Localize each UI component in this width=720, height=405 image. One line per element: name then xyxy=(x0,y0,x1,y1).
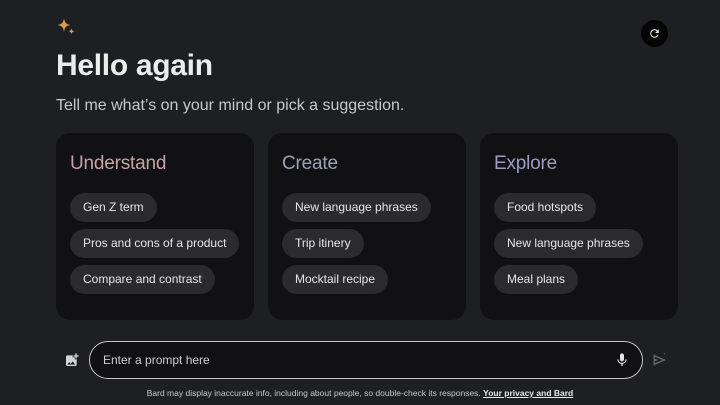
card-title: Create xyxy=(282,153,338,174)
card-explore: Explore Food hotspots New language phras… xyxy=(480,133,678,320)
suggestion-chip[interactable]: New language phrases xyxy=(494,229,643,258)
bard-home: Hello again Tell me what’s on your mind … xyxy=(0,0,720,405)
suggestion-chip[interactable]: New language phrases xyxy=(282,193,431,222)
greeting-subtitle: Tell me what’s on your mind or pick a su… xyxy=(56,97,405,114)
card-understand: Understand Gen Z term Pros and cons of a… xyxy=(56,133,254,320)
prompt-input[interactable] xyxy=(103,342,603,378)
card-create: Create New language phrases Trip itinery… xyxy=(268,133,466,320)
refresh-icon xyxy=(650,29,659,38)
suggestion-chip[interactable]: Meal plans xyxy=(494,265,579,294)
privacy-link[interactable]: Your privacy and Bard xyxy=(483,388,573,398)
sparkle-icon xyxy=(57,18,75,35)
suggestion-chip[interactable]: Gen Z term xyxy=(70,193,157,222)
add-image-icon[interactable] xyxy=(64,352,80,368)
refresh-button[interactable] xyxy=(641,20,668,47)
disclaimer-text: Bard may display inaccurate info, includ… xyxy=(146,388,481,398)
suggestion-chip[interactable]: Food hotspots xyxy=(494,193,597,222)
disclaimer: Bard may display inaccurate info, includ… xyxy=(0,388,720,398)
microphone-icon[interactable] xyxy=(614,352,630,368)
suggestion-chip[interactable]: Trip itinery xyxy=(282,229,364,258)
suggestion-chip[interactable]: Mocktail recipe xyxy=(282,265,389,294)
greeting-heading: Hello again xyxy=(56,49,213,82)
prompt-box xyxy=(89,341,643,379)
send-icon[interactable] xyxy=(651,352,668,368)
suggestion-chip[interactable]: Compare and contrast xyxy=(70,265,215,294)
card-title: Understand xyxy=(70,153,167,174)
suggestion-chip[interactable]: Pros and cons of a product xyxy=(70,229,240,258)
card-title: Explore xyxy=(494,153,558,174)
